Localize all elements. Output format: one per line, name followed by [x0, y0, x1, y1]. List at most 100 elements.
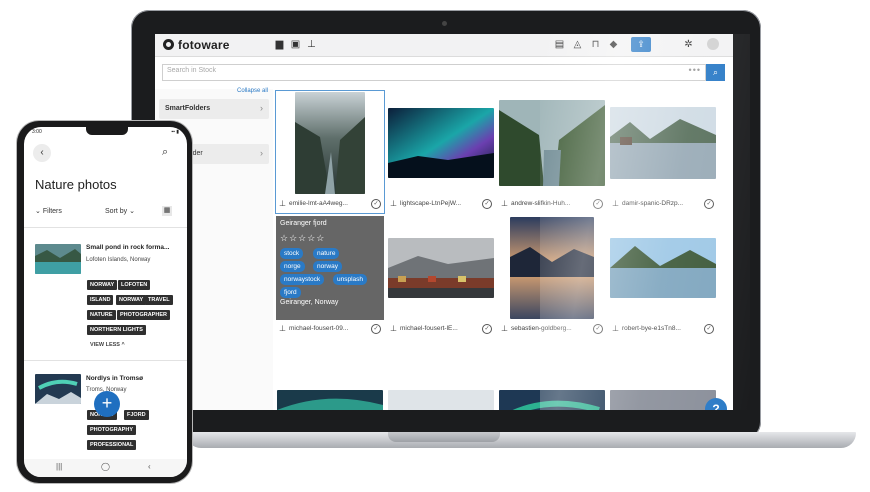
tag-chip[interactable]: norge [280, 261, 305, 272]
check-icon[interactable]: ✓ [371, 324, 381, 334]
check-icon[interactable]: ✓ [482, 324, 492, 334]
search-input[interactable]: Search in Stock ••• [162, 64, 706, 81]
asset-tile[interactable]: ⊥ emilie-lmt-aA4weg... ✓ [275, 90, 385, 214]
asset-thumbnail[interactable] [498, 91, 606, 195]
tag-chip[interactable]: PROFESSIONAL [87, 440, 137, 450]
asset-filename: damir-spanic-DRzp... [622, 200, 684, 207]
check-icon[interactable]: ✓ [371, 199, 381, 209]
asset-thumbnail[interactable] [276, 346, 384, 410]
tag-chip[interactable]: LOFOTEN [118, 280, 151, 290]
pin-icon[interactable]: ⊥ [305, 38, 318, 51]
check-icon[interactable]: ✓ [593, 199, 603, 209]
asset-thumbnail[interactable] [35, 244, 81, 274]
check-icon[interactable]: ✓ [704, 199, 714, 209]
pin-icon[interactable]: ⊥ [390, 324, 397, 333]
laptop-base [186, 432, 856, 448]
check-icon[interactable]: ✓ [593, 324, 603, 334]
asset-tile[interactable] [498, 346, 606, 410]
filters-label: Filters [42, 208, 62, 215]
briefcase-icon[interactable]: ▣ [289, 38, 302, 51]
add-button[interactable]: + [94, 391, 120, 417]
asset-tile[interactable]: ⊥ sebastien-goldberg... ✓ [498, 216, 606, 338]
asset-tile[interactable] [609, 346, 717, 410]
back-button[interactable]: ‹ [33, 144, 51, 162]
cart-icon[interactable]: ⊓ [589, 38, 602, 51]
asset-thumbnail[interactable] [609, 91, 717, 195]
recent-apps-icon[interactable]: ||| [56, 462, 62, 471]
tag-chip[interactable]: NORWAY [116, 295, 147, 305]
graduation-cap-icon[interactable]: ◆ [607, 38, 620, 51]
asset-thumbnail[interactable] [609, 346, 717, 410]
asset-title: Geiranger fjord [280, 220, 327, 227]
pin-icon[interactable]: ⊥ [279, 324, 286, 333]
asset-tile[interactable]: ⊥ michael-fousert-lE... ✓ [387, 216, 495, 338]
help-button[interactable]: ? [705, 398, 727, 410]
search-icon[interactable]: ⌕ [162, 146, 168, 159]
star-rating[interactable]: ☆☆☆☆☆ [280, 233, 325, 244]
asset-thumbnail[interactable] [387, 216, 495, 320]
back-icon[interactable]: ‹ [148, 462, 151, 471]
app-header: fotoware ▆ ▣ ⊥ ▤ ◬ ⊓ ◆ ⇪ ✲ [155, 34, 733, 57]
pin-icon[interactable]: ⊥ [390, 199, 397, 208]
list-item-title[interactable]: Small pond in rock forma... [86, 244, 169, 251]
asset-thumbnail[interactable] [498, 216, 606, 320]
tag-chip[interactable]: nature [313, 248, 340, 259]
pin-icon[interactable]: ⊥ [612, 199, 619, 208]
asset-tile[interactable]: ⊥ lightscape-LtnPejW... ✓ [387, 91, 495, 213]
tag-chip[interactable]: PHOTOGRAPHY [87, 425, 136, 435]
fotoware-logo-icon [163, 39, 174, 50]
bell-icon[interactable]: ◬ [571, 38, 584, 51]
asset-tile[interactable]: Geiranger fjord ☆☆☆☆☆ stock nature norge… [276, 216, 384, 338]
asset-info-overlay: Geiranger fjord ☆☆☆☆☆ stock nature norge… [276, 216, 384, 320]
pin-icon[interactable]: ⊥ [501, 324, 508, 333]
search-button[interactable]: ⌕ [706, 64, 725, 81]
tag-chip[interactable]: ISLAND [87, 295, 114, 305]
pin-icon[interactable]: ⊥ [279, 199, 286, 208]
pin-icon[interactable]: ⊥ [612, 324, 619, 333]
list-item-title[interactable]: Nordlys in Tromsø [86, 375, 143, 382]
chevron-up-icon: ^ [119, 342, 125, 348]
asset-tile[interactable]: ⊥ damir-spanic-DRzp... ✓ [609, 91, 717, 213]
asset-tile[interactable]: ⊥ robert-bye-e1sTn8... ✓ [609, 216, 717, 338]
collapse-all-link[interactable]: Collapse all [237, 88, 268, 94]
asset-thumbnail[interactable] [387, 346, 495, 410]
tag-chip[interactable]: norwaystock [280, 274, 325, 285]
tag-chip[interactable]: fjord [280, 287, 301, 298]
asset-filename: andrew-slifkin-Huh... [511, 200, 571, 207]
asset-tile[interactable]: ⊥ andrew-slifkin-Huh... ✓ [498, 91, 606, 213]
tag-chip[interactable]: NORTHERN LIGHTS [87, 325, 146, 335]
asset-filename: robert-bye-e1sTn8... [622, 325, 681, 332]
sort-button[interactable]: Sort by ⌄ [105, 207, 135, 215]
search-options-icon[interactable]: ••• [689, 65, 701, 75]
chevron-right-icon: › [260, 103, 263, 113]
tag-chip[interactable]: NATURE [87, 310, 116, 320]
asset-thumbnail[interactable] [387, 91, 495, 195]
check-icon[interactable]: ✓ [704, 324, 714, 334]
tag-chip[interactable]: unsplash [333, 274, 368, 285]
home-icon[interactable]: ◯ [101, 462, 110, 471]
asset-thumbnail[interactable] [35, 374, 81, 404]
pin-icon[interactable]: ⊥ [501, 199, 508, 208]
tag-chip[interactable]: PHOTOGRAPHER [117, 310, 170, 320]
asset-thumbnail[interactable] [276, 91, 384, 195]
sort-label: Sort by [105, 208, 128, 215]
asset-thumbnail[interactable] [609, 216, 717, 320]
gear-icon[interactable]: ✲ [682, 38, 695, 51]
book-icon[interactable]: ▤ [553, 38, 566, 51]
check-icon[interactable]: ✓ [482, 199, 492, 209]
asset-tile[interactable] [387, 346, 495, 410]
asset-thumbnail[interactable] [498, 346, 606, 410]
grid-view-icon[interactable]: ▦ [162, 206, 172, 216]
view-less-toggle[interactable]: VIEW LESS ^ [90, 342, 125, 348]
tag-chip[interactable]: stock [280, 248, 304, 259]
filters-button[interactable]: ⌄ Filters [35, 207, 62, 215]
upload-button[interactable]: ⇪ [631, 37, 651, 52]
user-avatar[interactable] [707, 38, 719, 50]
tag-chip[interactable]: NORWAY [87, 280, 118, 290]
folder-icon[interactable]: ▆ [273, 38, 286, 51]
tag-chip[interactable]: TRAVEL [145, 295, 173, 305]
tag-chip[interactable]: norway [313, 261, 342, 272]
asset-tile[interactable] [276, 346, 384, 410]
tag-chip[interactable]: FJORD [124, 410, 149, 420]
sidebar-item-smartfolders[interactable]: SmartFolders › [159, 99, 269, 119]
